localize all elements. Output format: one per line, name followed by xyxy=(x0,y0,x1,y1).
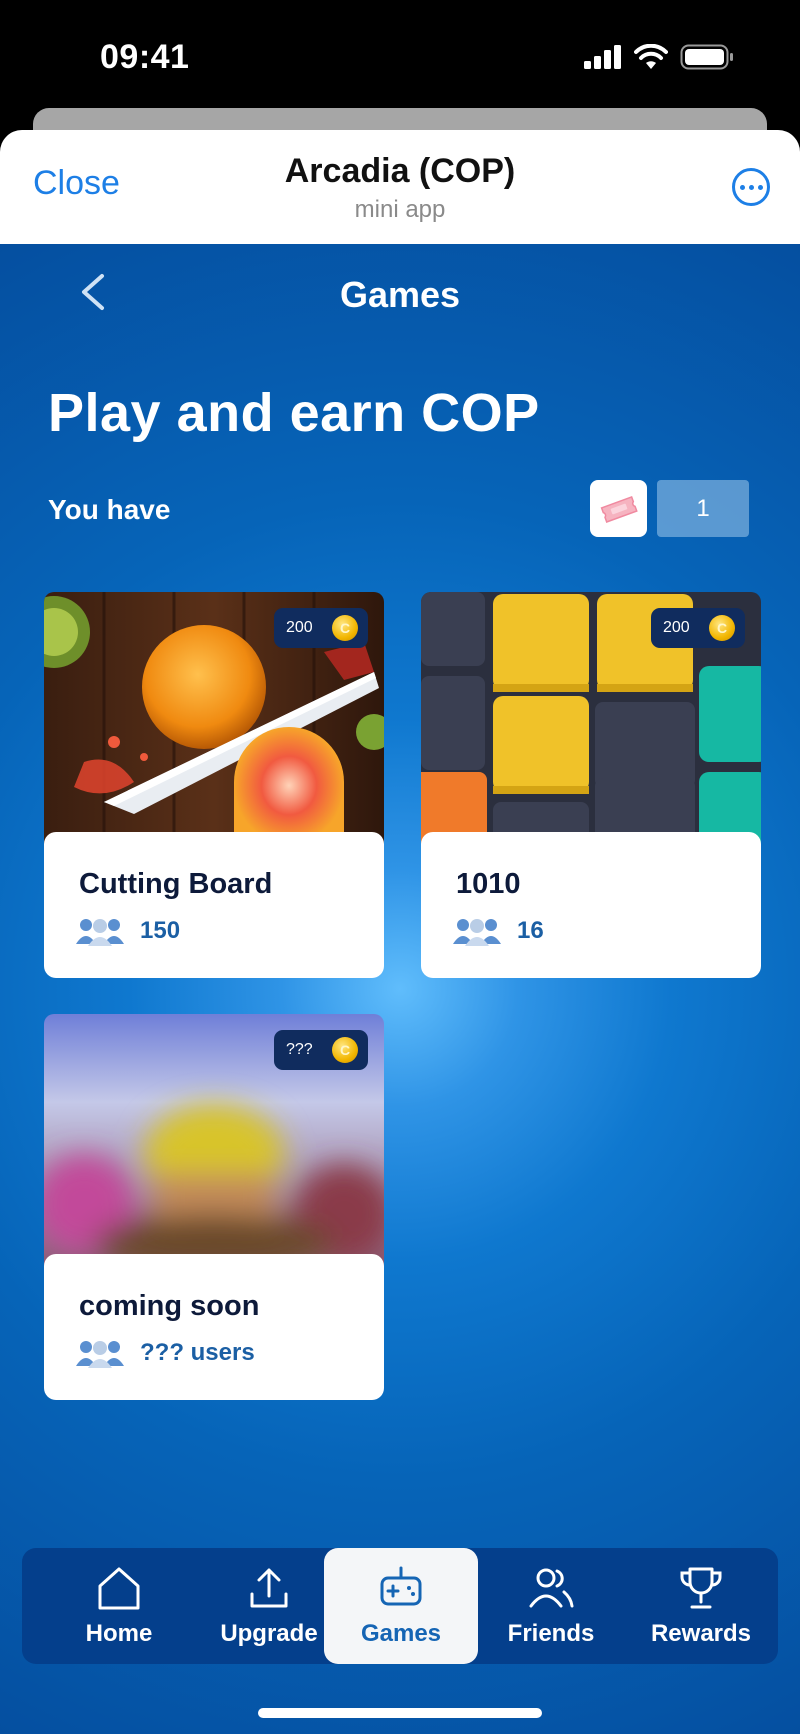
nav-label: Games xyxy=(360,1620,442,1647)
players-row: 16 xyxy=(451,916,544,946)
players-row: 150 xyxy=(74,916,180,946)
status-time: 09:41 xyxy=(100,38,190,76)
game-title: Cutting Board xyxy=(79,868,273,900)
game-card-1010[interactable]: 200 C 1010 16 xyxy=(421,592,761,978)
nav-item-home[interactable]: Home xyxy=(44,1548,194,1664)
battery-icon xyxy=(680,44,733,70)
home-indicator xyxy=(258,1708,542,1718)
wifi-icon xyxy=(634,44,668,69)
you-have-label: You have xyxy=(48,494,171,525)
game-title: coming soon xyxy=(79,1290,260,1322)
ticket-icon xyxy=(590,480,647,537)
nav-label: Upgrade xyxy=(220,1620,318,1647)
reward-badge: 200 C xyxy=(651,608,745,648)
reward-amount: ??? xyxy=(286,1041,313,1058)
game-info-panel: 1010 16 xyxy=(421,832,761,978)
trophy-icon xyxy=(680,1567,722,1609)
mini-app-header: Close Arcadia (COP) mini app xyxy=(0,130,800,244)
nav-item-rewards[interactable]: Rewards xyxy=(626,1548,776,1664)
game-card-coming-soon[interactable]: ??? C coming soon ??? users xyxy=(44,1014,384,1400)
game-info-panel: Cutting Board 150 xyxy=(44,832,384,978)
nav-item-friends[interactable]: Friends xyxy=(476,1548,626,1664)
more-options-icon[interactable] xyxy=(732,168,770,206)
gamepad-icon xyxy=(380,1566,422,1606)
status-icons xyxy=(584,44,734,70)
reward-badge: 200 C xyxy=(274,608,368,648)
users-icon xyxy=(529,1568,574,1608)
ticket-count: 1 xyxy=(657,480,749,537)
reward-badge: ??? C xyxy=(274,1030,368,1070)
coin-icon: C xyxy=(332,1037,358,1063)
app-subtitle: mini app xyxy=(354,196,446,223)
page-title: Games xyxy=(339,274,461,315)
game-info-panel: coming soon ??? users xyxy=(44,1254,384,1400)
reward-amount: 200 xyxy=(663,619,690,636)
nav-item-games[interactable]: Games xyxy=(324,1548,478,1664)
players-count: 150 xyxy=(140,917,181,944)
main-content: Games Play and earn COP You have 1 200 C… xyxy=(0,244,800,1734)
users-icon xyxy=(76,1341,124,1368)
status-bar: 09:41 xyxy=(0,0,800,118)
upload-icon xyxy=(250,1568,288,1608)
game-card-cutting-board[interactable]: 200 C Cutting Board 150 xyxy=(44,592,384,978)
players-count: ??? users xyxy=(140,1339,255,1366)
app-title: Arcadia (COP) xyxy=(284,152,516,190)
nav-label: Home xyxy=(85,1620,153,1647)
nav-item-upgrade[interactable]: Upgrade xyxy=(194,1548,344,1664)
reward-amount: 200 xyxy=(286,619,313,636)
nav-label: Rewards xyxy=(650,1620,752,1647)
home-icon xyxy=(98,1567,140,1610)
headline: Play and earn COP xyxy=(48,383,540,443)
users-icon xyxy=(76,919,124,946)
players-row: ??? users xyxy=(74,1338,255,1368)
users-icon xyxy=(453,919,501,946)
cellular-signal-icon xyxy=(584,45,621,69)
coin-icon: C xyxy=(332,615,358,641)
nav-label: Friends xyxy=(507,1620,595,1647)
bottom-nav: Home Upgrade Games Friends Rewards xyxy=(22,1548,778,1664)
players-count: 16 xyxy=(517,917,544,944)
coin-icon: C xyxy=(709,615,735,641)
game-title: 1010 xyxy=(456,868,521,900)
